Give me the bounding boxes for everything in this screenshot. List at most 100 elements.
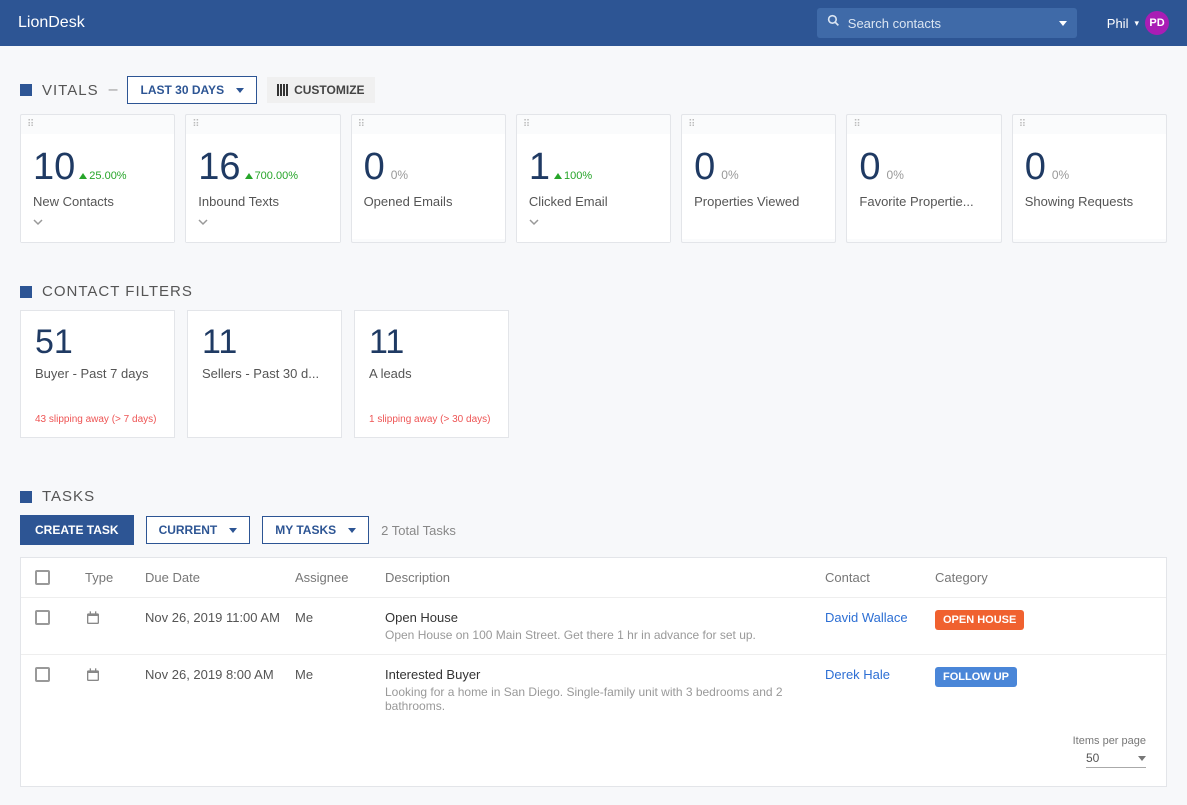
caret-down-icon [236,88,244,93]
row-checkbox[interactable] [35,610,50,625]
expand-chevron-icon[interactable] [33,217,162,230]
vital-card[interactable]: ⠿ 1025.00% New Contacts [20,114,175,243]
select-all-checkbox[interactable] [35,570,50,585]
task-controls: CREATE TASK CURRENT MY TASKS 2 Total Tas… [20,515,1167,545]
vital-value: 0 [1025,146,1046,188]
task-total-label: 2 Total Tasks [381,523,456,538]
filters-title: CONTACT FILTERS [42,283,193,300]
drag-handle-icon[interactable]: ⠿ [186,115,339,134]
customize-button[interactable]: CUSTOMIZE [267,77,374,103]
task-row: Nov 26, 2019 11:00 AM Me Open House Open… [21,598,1166,654]
filter-slipping: 1 slipping away (> 30 days) [369,414,494,425]
vital-card[interactable]: ⠿ 00% Properties Viewed [681,114,836,243]
vital-value: 1 [529,146,550,188]
vital-label: Favorite Propertie... [859,194,988,209]
top-bar: LionDesk Phil ▾ PD [0,0,1187,46]
drag-handle-icon[interactable]: ⠿ [682,115,835,134]
task-assignee: Me [295,667,385,682]
task-assignee: Me [295,610,385,625]
vitals-cards-row: ⠿ 1025.00% New Contacts ⠿ 16700.00% Inbo… [20,114,1167,243]
search-input[interactable] [848,16,1051,31]
row-checkbox[interactable] [35,667,50,682]
col-due: Due Date [145,570,295,585]
expand-chevron-icon[interactable] [198,217,327,230]
expand-chevron-icon[interactable] [529,217,658,230]
task-owner-label: MY TASKS [275,523,336,537]
caret-down-icon [348,528,356,533]
filter-card[interactable]: 11 A leads 1 slipping away (> 30 days) [354,310,509,438]
date-range-label: LAST 30 DAYS [140,83,224,97]
caret-down-icon [1138,756,1146,761]
task-owner-dropdown[interactable]: MY TASKS [262,516,369,544]
vital-label: Opened Emails [364,194,493,209]
drag-handle-icon[interactable]: ⠿ [517,115,670,134]
task-contact-link[interactable]: David Wallace [825,610,935,625]
filter-label: Sellers - Past 30 d... [202,366,327,381]
col-type: Type [85,570,145,585]
brand-name: LionDesk [18,14,817,32]
tasks-title: TASKS [42,488,95,505]
avatar: PD [1145,11,1169,35]
items-per-page-select[interactable]: 50 [1086,751,1146,768]
search-contacts[interactable] [817,8,1077,38]
filter-card[interactable]: 11 Sellers - Past 30 d... [187,310,342,438]
filter-label: A leads [369,366,494,381]
vital-card[interactable]: ⠿ 1100% Clicked Email [516,114,671,243]
task-category-badge: FOLLOW UP [935,667,1017,687]
vital-card[interactable]: ⠿ 00% Favorite Propertie... [846,114,1001,243]
task-title: Interested Buyer [385,667,825,682]
task-description: Looking for a home in San Diego. Single-… [385,685,825,713]
vital-card[interactable]: ⠿ 00% Opened Emails [351,114,506,243]
table-pager: Items per page 50 [21,725,1166,786]
user-name-label: Phil [1107,16,1129,31]
section-marker-icon [20,491,32,503]
vital-label: New Contacts [33,194,162,209]
task-due: Nov 26, 2019 11:00 AM [145,610,295,625]
vital-card[interactable]: ⠿ 00% Showing Requests [1012,114,1167,243]
task-category-badge: OPEN HOUSE [935,610,1024,630]
calendar-icon [85,610,145,629]
vital-value: 10 [33,146,75,188]
search-icon [827,14,840,32]
vital-label: Showing Requests [1025,194,1154,209]
drag-handle-icon[interactable]: ⠿ [1013,115,1166,134]
task-table: Type Due Date Assignee Description Conta… [20,557,1167,787]
tasks-header: TASKS [20,488,1167,505]
vital-label: Properties Viewed [694,194,823,209]
task-contact-link[interactable]: Derek Hale [825,667,935,682]
user-menu[interactable]: Phil ▾ PD [1107,11,1169,35]
filters-header: CONTACT FILTERS [20,283,1167,300]
vital-value: 0 [859,146,880,188]
items-per-page-label: Items per page [1073,735,1146,747]
section-marker-icon [20,286,32,298]
filter-value: 11 [202,323,327,362]
task-status-dropdown[interactable]: CURRENT [146,516,251,544]
col-assignee: Assignee [295,570,385,585]
task-table-header: Type Due Date Assignee Description Conta… [21,558,1166,598]
vital-value: 16 [198,146,240,188]
vital-card[interactable]: ⠿ 16700.00% Inbound Texts [185,114,340,243]
vitals-header: VITALS – LAST 30 DAYS CUSTOMIZE [20,76,1167,104]
filter-card[interactable]: 51 Buyer - Past 7 days 43 slipping away … [20,310,175,438]
task-description: Open House on 100 Main Street. Get there… [385,628,825,642]
separator: – [109,81,118,99]
drag-handle-icon[interactable]: ⠿ [847,115,1000,134]
drag-handle-icon[interactable]: ⠿ [352,115,505,134]
customize-icon [277,84,288,96]
caret-down-icon [229,528,237,533]
vital-label: Clicked Email [529,194,658,209]
date-range-dropdown[interactable]: LAST 30 DAYS [127,76,257,104]
filter-value: 11 [369,323,494,362]
task-title: Open House [385,610,825,625]
filter-value: 51 [35,323,160,362]
task-due: Nov 26, 2019 8:00 AM [145,667,295,682]
drag-handle-icon[interactable]: ⠿ [21,115,174,134]
vital-value: 0 [694,146,715,188]
filter-label: Buyer - Past 7 days [35,366,160,381]
search-dropdown-icon[interactable] [1059,21,1067,26]
filter-cards-row: 51 Buyer - Past 7 days 43 slipping away … [20,310,1167,438]
task-row: Nov 26, 2019 8:00 AM Me Interested Buyer… [21,654,1166,725]
create-task-button[interactable]: CREATE TASK [20,515,134,545]
vital-label: Inbound Texts [198,194,327,209]
filter-slipping: 43 slipping away (> 7 days) [35,414,160,425]
